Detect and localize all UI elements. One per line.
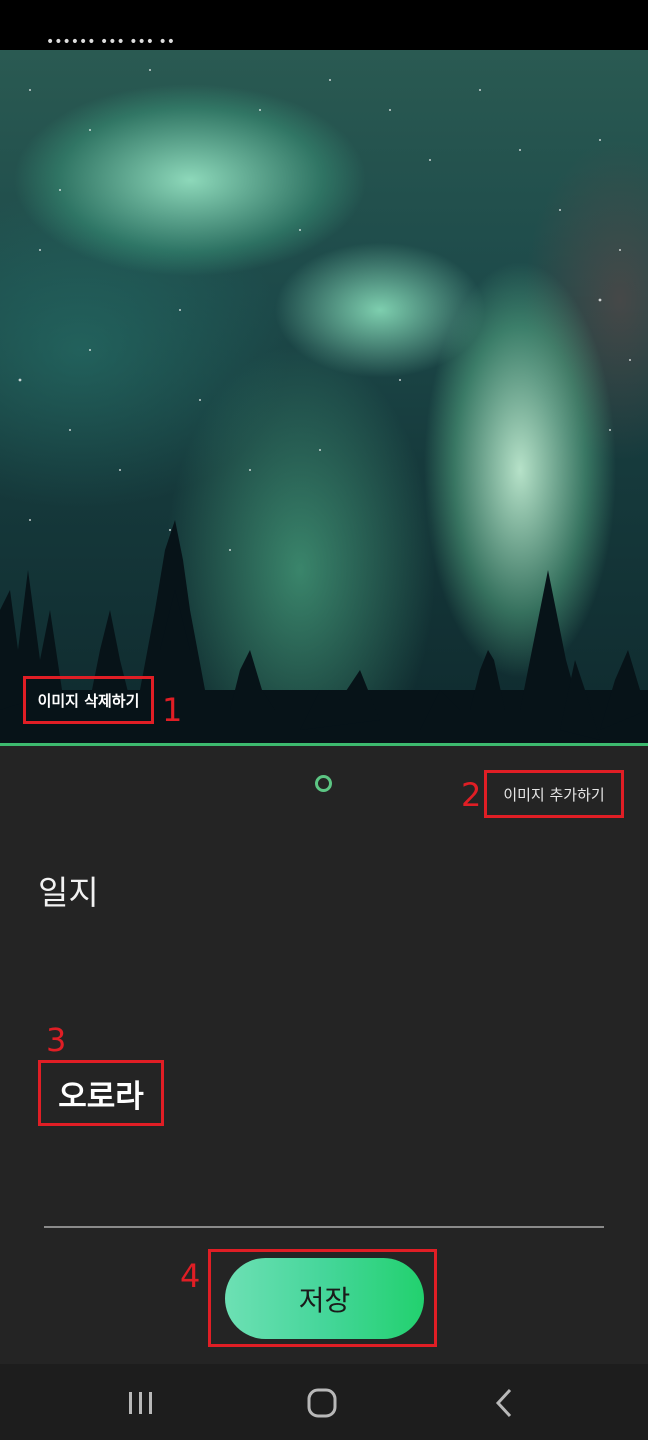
page-indicator-dot bbox=[315, 775, 332, 792]
annotation-box-4 bbox=[208, 1249, 437, 1347]
annotation-box-1 bbox=[23, 676, 154, 724]
annotation-box-2 bbox=[484, 770, 624, 818]
aurora-photo bbox=[0, 69, 648, 743]
status-text: •••••• ••• ••• •• bbox=[46, 34, 175, 50]
back-icon[interactable] bbox=[492, 1382, 516, 1422]
journal-title: 일지 bbox=[38, 873, 99, 912]
image-divider-line bbox=[0, 743, 648, 746]
annotation-box-3 bbox=[38, 1060, 164, 1126]
annotation-number-2: 2 bbox=[461, 776, 482, 814]
hero-image bbox=[0, 50, 648, 743]
annotation-number-4: 4 bbox=[180, 1257, 201, 1295]
recent-apps-icon[interactable] bbox=[126, 1382, 156, 1422]
annotation-number-1: 1 bbox=[162, 691, 183, 729]
navigation-bar bbox=[0, 1364, 648, 1440]
annotation-number-3: 3 bbox=[46, 1021, 67, 1059]
status-bar: •••••• ••• ••• •• bbox=[0, 0, 648, 50]
home-icon[interactable] bbox=[306, 1382, 338, 1422]
input-underline bbox=[44, 1226, 604, 1228]
